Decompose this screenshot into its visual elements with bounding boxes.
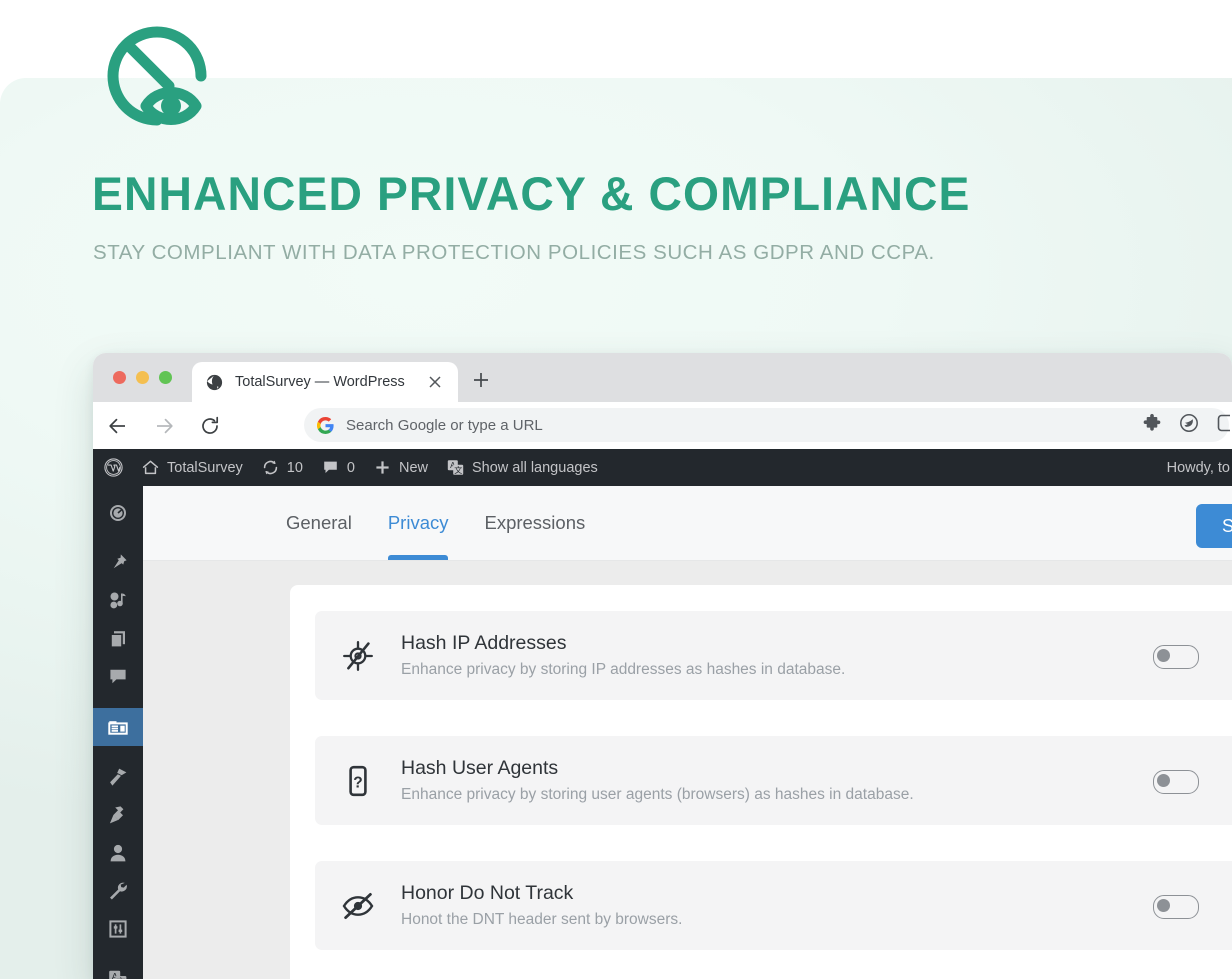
- device-question-icon: ?: [341, 764, 375, 798]
- setting-text: Hash IP Addresses Enhance privacy by sto…: [401, 630, 845, 681]
- comment-icon: [321, 458, 340, 477]
- globe-icon: [206, 374, 223, 391]
- arrow-right-icon[interactable]: [153, 415, 175, 437]
- address-bar-placeholder: Search Google or type a URL: [346, 416, 543, 434]
- svg-text:文: 文: [454, 465, 462, 475]
- sidebar-item-posts[interactable]: [93, 544, 143, 582]
- close-window-button[interactable]: [113, 371, 126, 384]
- settings-tabs: General Privacy Expressions: [286, 486, 585, 560]
- appearance-brush-icon: [107, 766, 129, 788]
- toggle-hash-user-agents[interactable]: [1153, 769, 1199, 794]
- plus-icon: [373, 458, 392, 477]
- pages-icon: [107, 628, 129, 650]
- setting-title: Honor Do Not Track: [401, 882, 574, 904]
- browser-toolbar: Search Google or type a URL: [93, 402, 1232, 449]
- setting-row-hash-ip-addresses[interactable]: Hash IP Addresses Enhance privacy by sto…: [315, 611, 1232, 700]
- comments-icon: [107, 666, 129, 688]
- sidebar-item-users[interactable]: [93, 834, 143, 872]
- browser-window: TotalSurvey — WordPress Search Google or…: [93, 353, 1232, 979]
- adminbar-item-languages[interactable]: A 文 Show all languages: [437, 449, 607, 486]
- save-button[interactable]: Sa: [1195, 504, 1232, 548]
- page-root: ENHANCED PRIVACY & COMPLIANCE STAY COMPL…: [0, 0, 1232, 979]
- wp-admin-main: General Privacy Expressions Sa: [143, 486, 1232, 979]
- sidebar-item-totalsurvey[interactable]: [93, 708, 151, 746]
- adminbar-new-label: New: [398, 459, 428, 476]
- dashboard-icon: [107, 502, 129, 524]
- reload-icon[interactable]: [199, 415, 221, 437]
- media-icon: [107, 590, 129, 612]
- new-tab-button[interactable]: [471, 370, 491, 390]
- wp-admin-sidebar: A 文: [93, 486, 151, 979]
- users-icon: [107, 842, 129, 864]
- setting-title: Hash User Agents: [401, 757, 559, 779]
- settings-tabbar: General Privacy Expressions Sa: [143, 486, 1232, 561]
- browser-toolbar-icons: [1142, 413, 1232, 433]
- adminbar-item-updates[interactable]: 10: [252, 449, 312, 486]
- setting-text: Honor Do Not Track Honot the DNT header …: [401, 880, 682, 931]
- translate-icon: A 文: [446, 458, 465, 477]
- puzzle-extensions-icon[interactable]: [1142, 413, 1162, 433]
- wp-admin-body: A 文 General Privacy Expressions Sa: [93, 486, 1232, 979]
- browser-tab-title: TotalSurvey — WordPress: [235, 374, 405, 390]
- sidebar-item-dashboard[interactable]: [93, 494, 143, 532]
- home-icon: [141, 458, 160, 477]
- setting-description: Enhance privacy by storing user agents (…: [401, 786, 914, 803]
- page-title: ENHANCED PRIVACY & COMPLIANCE: [92, 167, 971, 220]
- adminbar-site-label: TotalSurvey: [167, 459, 243, 476]
- wp-admin-bar: TotalSurvey 10 0 New A 文 Show all langua…: [93, 449, 1232, 486]
- toggle-hash-ip-addresses[interactable]: [1153, 644, 1199, 669]
- sidebar-item-settings[interactable]: [93, 910, 143, 948]
- window-controls: [113, 371, 172, 384]
- adminbar-item-site[interactable]: TotalSurvey: [132, 449, 252, 486]
- tab-general[interactable]: General: [286, 486, 352, 560]
- updates-icon: [261, 458, 280, 477]
- location-off-icon: [341, 639, 375, 673]
- toggle-honor-do-not-track[interactable]: [1153, 894, 1199, 919]
- adminbar-updates-count: 10: [286, 459, 303, 476]
- settings-panel: Hash IP Addresses Enhance privacy by sto…: [290, 585, 1232, 979]
- setting-text: Hash User Agents Enhance privacy by stor…: [401, 755, 914, 806]
- address-bar[interactable]: Search Google or type a URL: [304, 408, 1229, 442]
- settings-sliders-icon: [107, 918, 129, 940]
- sidebar-item-media[interactable]: [93, 582, 143, 620]
- setting-description: Honot the DNT header sent by browsers.: [401, 911, 683, 928]
- sidebar-item-pages[interactable]: [93, 620, 143, 658]
- tools-wrench-icon: [107, 880, 129, 902]
- setting-row-hash-user-agents[interactable]: ? Hash User Agents Enhance privacy by st…: [315, 736, 1232, 825]
- setting-description: Enhance privacy by storing IP addresses …: [401, 661, 846, 678]
- browser-tab[interactable]: TotalSurvey — WordPress: [192, 362, 458, 402]
- adminbar-comments-count: 0: [346, 459, 355, 476]
- pin-posts-icon: [107, 552, 129, 574]
- adminbar-item-comments[interactable]: 0: [312, 449, 364, 486]
- page-subtitle: STAY COMPLIANT WITH DATA PROTECTION POLI…: [93, 241, 935, 264]
- eco-leaf-icon[interactable]: [1179, 413, 1199, 433]
- google-g-icon: [316, 416, 334, 434]
- sidebar-item-tools[interactable]: [93, 872, 143, 910]
- eye-off-icon: [341, 889, 375, 923]
- translate-icon: A 文: [107, 968, 129, 979]
- adminbar-languages-label: Show all languages: [472, 459, 598, 476]
- profile-icon[interactable]: [1216, 413, 1230, 433]
- browser-tabstrip: TotalSurvey — WordPress: [93, 353, 1232, 402]
- tab-privacy[interactable]: Privacy: [387, 486, 448, 560]
- totalsurvey-icon: [107, 716, 129, 738]
- maximize-window-button[interactable]: [159, 371, 172, 384]
- plugins-plug-icon: [107, 804, 129, 826]
- adminbar-howdy[interactable]: Howdy, to: [1167, 449, 1232, 486]
- sidebar-item-appearance[interactable]: [93, 758, 143, 796]
- arrow-left-icon[interactable]: [107, 415, 129, 437]
- setting-title: Hash IP Addresses: [401, 632, 567, 654]
- wp-logo-button[interactable]: [93, 449, 132, 486]
- sidebar-item-plugins[interactable]: [93, 796, 143, 834]
- minimize-window-button[interactable]: [136, 371, 149, 384]
- privacy-eye-logo-icon: [99, 18, 219, 134]
- tab-expressions[interactable]: Expressions: [484, 486, 585, 560]
- svg-text:?: ?: [353, 774, 362, 791]
- sidebar-item-comments[interactable]: [93, 658, 143, 696]
- setting-row-honor-do-not-track[interactable]: Honor Do Not Track Honot the DNT header …: [315, 861, 1232, 950]
- wordpress-logo-icon: [104, 458, 123, 477]
- adminbar-item-new[interactable]: New: [364, 449, 437, 486]
- close-icon[interactable]: [426, 373, 444, 391]
- sidebar-item-languages[interactable]: A 文: [93, 960, 143, 979]
